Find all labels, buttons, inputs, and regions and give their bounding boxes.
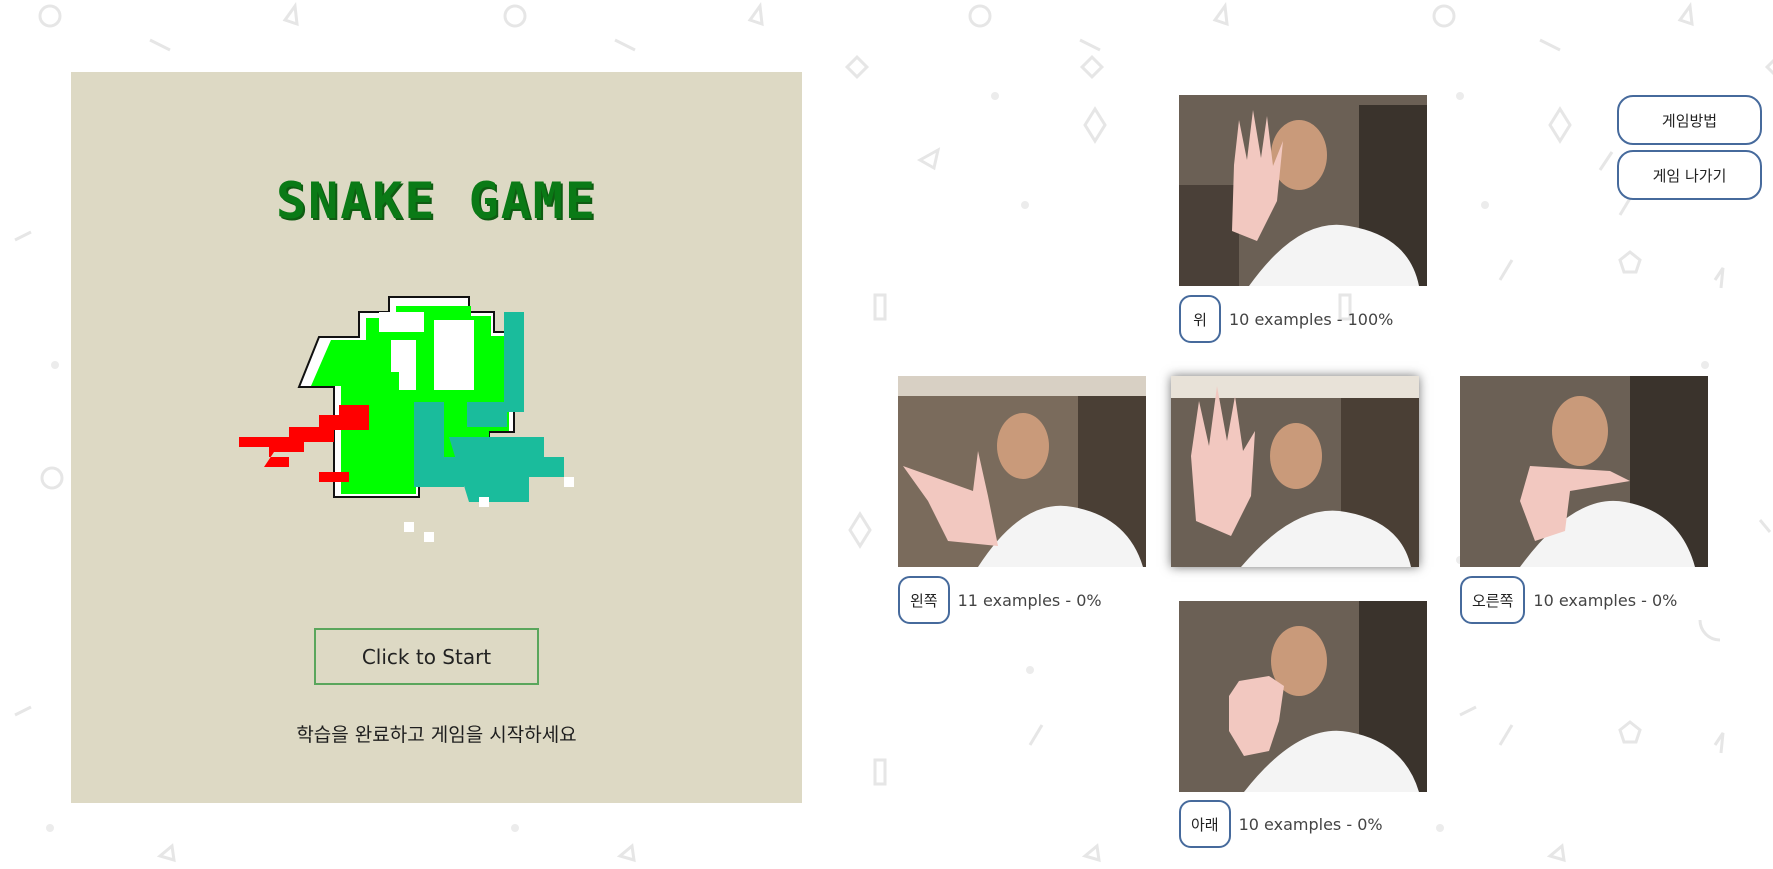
class-button-right[interactable]: 오른쪽 xyxy=(1460,576,1526,624)
class-row-left: 왼쪽 11 examples - 0% xyxy=(898,576,1102,624)
game-title: SNAKE GAME xyxy=(275,172,598,230)
start-button[interactable]: Click to Start xyxy=(314,628,539,685)
webcam-sample-up xyxy=(1179,95,1427,286)
class-button-down[interactable]: 아래 xyxy=(1179,800,1231,848)
class-row-right: 오른쪽 10 examples - 0% xyxy=(1460,576,1677,624)
class-button-left[interactable]: 왼쪽 xyxy=(898,576,950,624)
class-info-up: 10 examples - 100% xyxy=(1229,309,1394,329)
exit-game-button[interactable]: 게임 나가기 xyxy=(1617,150,1762,200)
class-info-right: 10 examples - 0% xyxy=(1533,590,1678,610)
webcam-sample-down xyxy=(1179,601,1427,792)
snake-illustration xyxy=(239,296,574,542)
class-row-up: 위 10 examples - 100% xyxy=(1179,295,1393,343)
game-rules-button[interactable]: 게임방법 xyxy=(1617,95,1762,145)
webcam-live-preview xyxy=(1171,376,1419,567)
game-panel: SNAKE GAME Click to Start 학습을 완료하고 게임을 시… xyxy=(71,72,802,803)
start-hint: 학습을 완료하고 게임을 시작하세요 xyxy=(296,724,577,746)
class-info-down: 10 examples - 0% xyxy=(1238,814,1383,834)
webcam-sample-right xyxy=(1460,376,1708,567)
class-button-up[interactable]: 위 xyxy=(1179,295,1221,343)
webcam-sample-left xyxy=(898,376,1146,567)
class-info-left: 11 examples - 0% xyxy=(957,590,1102,610)
class-row-down: 아래 10 examples - 0% xyxy=(1179,800,1383,848)
